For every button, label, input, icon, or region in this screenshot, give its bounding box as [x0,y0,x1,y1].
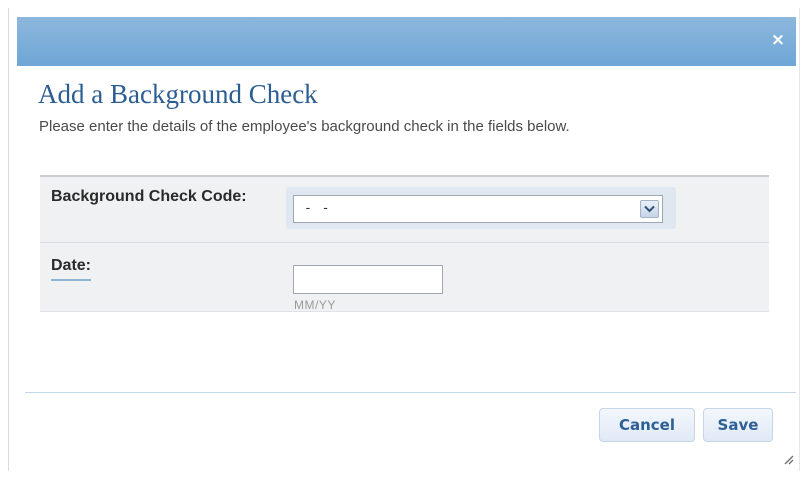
dialog-title-bar[interactable]: × [17,17,796,66]
chevron-down-icon[interactable] [640,200,659,218]
save-button[interactable]: Save [703,408,773,442]
background-check-code-select[interactable]: - - [293,195,663,223]
background-check-code-selected-value: - - [304,201,331,216]
background-check-code-select-wrapper: - - [286,187,676,229]
form-table: Background Check Code: - - Date: MM/YY [40,175,769,312]
dialog-title: Add a Background Check [38,79,318,109]
chevron-down-glyph [644,205,655,213]
close-icon[interactable]: × [770,32,786,49]
background-check-code-label: Background Check Code: [51,188,247,205]
date-format-hint: MM/YY [294,298,336,312]
cancel-button[interactable]: Cancel [599,408,695,442]
date-input[interactable] [293,265,443,294]
page: × Add a Background Check Please enter th… [0,0,806,479]
form-row-divider [40,242,769,243]
resize-handle-icon[interactable] [782,453,794,465]
dialog-description: Please enter the details of the employee… [39,118,570,135]
date-label: Date: [51,256,92,281]
footer-divider [25,392,796,393]
